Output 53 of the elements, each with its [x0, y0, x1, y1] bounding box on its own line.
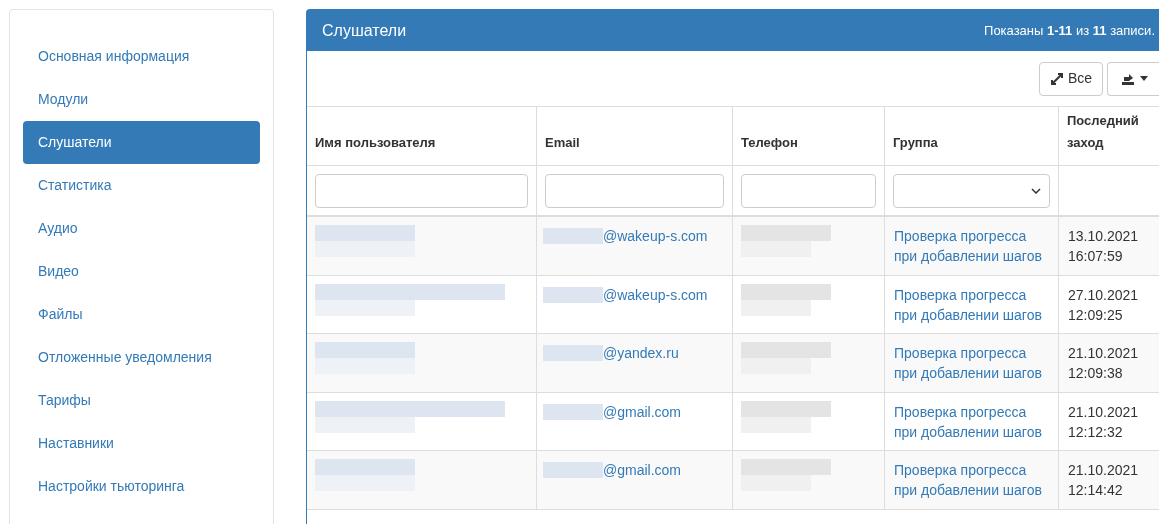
sidebar-item[interactable]: Тарифы — [23, 379, 260, 422]
last-login-text: 12:09:25 — [1068, 305, 1124, 325]
email-link[interactable]: @gmail.com — [603, 460, 681, 481]
redacted-block — [543, 403, 603, 420]
filter-field[interactable] — [545, 173, 724, 208]
filter-select[interactable] — [893, 173, 1050, 208]
column-header: Группа — [885, 107, 1059, 165]
caret-icon — [1139, 76, 1148, 81]
sidebar-item[interactable]: Наставники — [23, 422, 260, 465]
sidebar-item[interactable]: Модули — [23, 78, 260, 121]
last-login-text: 16:07:59 — [1068, 247, 1124, 266]
last-login-text: 13.10.2021 — [1068, 227, 1140, 246]
group-link[interactable]: Проверка прогресса при добавлении шагов — [894, 401, 1049, 442]
column-header: Последний заход — [1066, 112, 1140, 152]
email-link[interactable]: @gmail.com — [603, 401, 681, 423]
sidebar-item[interactable]: Основная информация — [23, 35, 260, 78]
filter-field[interactable] — [741, 173, 876, 208]
group-link[interactable]: Проверка прогресса при добавлении шагов — [894, 284, 1049, 325]
export-button[interactable] — [1107, 61, 1159, 96]
sidebar-item[interactable]: Аудио — [23, 207, 260, 250]
last-login-text: 21.10.2021 — [1068, 344, 1140, 363]
export-icon — [1119, 71, 1136, 86]
last-login-text: 21.10.2021 — [1068, 402, 1140, 422]
show-all-button[interactable]: Все — [1038, 61, 1103, 96]
group-link[interactable]: Проверка прогресса при добавлении шагов — [894, 343, 1049, 383]
expand-icon — [1049, 71, 1064, 86]
group-link[interactable]: Проверка прогресса при добавлении шагов — [894, 226, 1049, 266]
last-login-text: 12:09:38 — [1068, 364, 1124, 383]
email-link[interactable]: @wakeup-s.com — [603, 284, 708, 306]
last-login-text: 12:12:32 — [1068, 422, 1124, 442]
sidebar-item[interactable]: Файлы — [23, 293, 260, 336]
column-header: Телефон — [733, 107, 885, 165]
redacted-block — [543, 345, 603, 361]
sidebar-item[interactable]: Отложенные уведомления — [23, 336, 260, 379]
email-link[interactable]: @yandex.ru — [603, 343, 679, 364]
chevron-down-icon — [1031, 187, 1041, 194]
last-login-text: 21.10.2021 — [1068, 461, 1140, 480]
redacted-block — [543, 286, 603, 303]
sidebar-item[interactable]: Настройки тьюторинга — [23, 465, 260, 508]
last-login-text: 12:14:42 — [1068, 481, 1124, 500]
column-header: Имя пользователя — [307, 107, 537, 165]
panel-title: Слушатели — [322, 20, 407, 41]
records-summary: Показаны 1-11 из 11 записи. — [984, 21, 1155, 40]
sidebar-item[interactable]: Статистика — [23, 164, 260, 207]
redacted-block — [543, 228, 603, 244]
filter-field[interactable] — [315, 173, 528, 208]
sidebar-item[interactable]: Видео — [23, 250, 260, 293]
redacted-block — [543, 462, 603, 478]
sidebar-item[interactable]: Слушатели — [23, 121, 260, 164]
email-link[interactable]: @wakeup-s.com — [603, 226, 708, 247]
column-header: Email — [537, 107, 733, 165]
last-login-text: 27.10.2021 — [1068, 285, 1140, 305]
group-link[interactable]: Проверка прогресса при добавлении шагов — [894, 460, 1049, 500]
